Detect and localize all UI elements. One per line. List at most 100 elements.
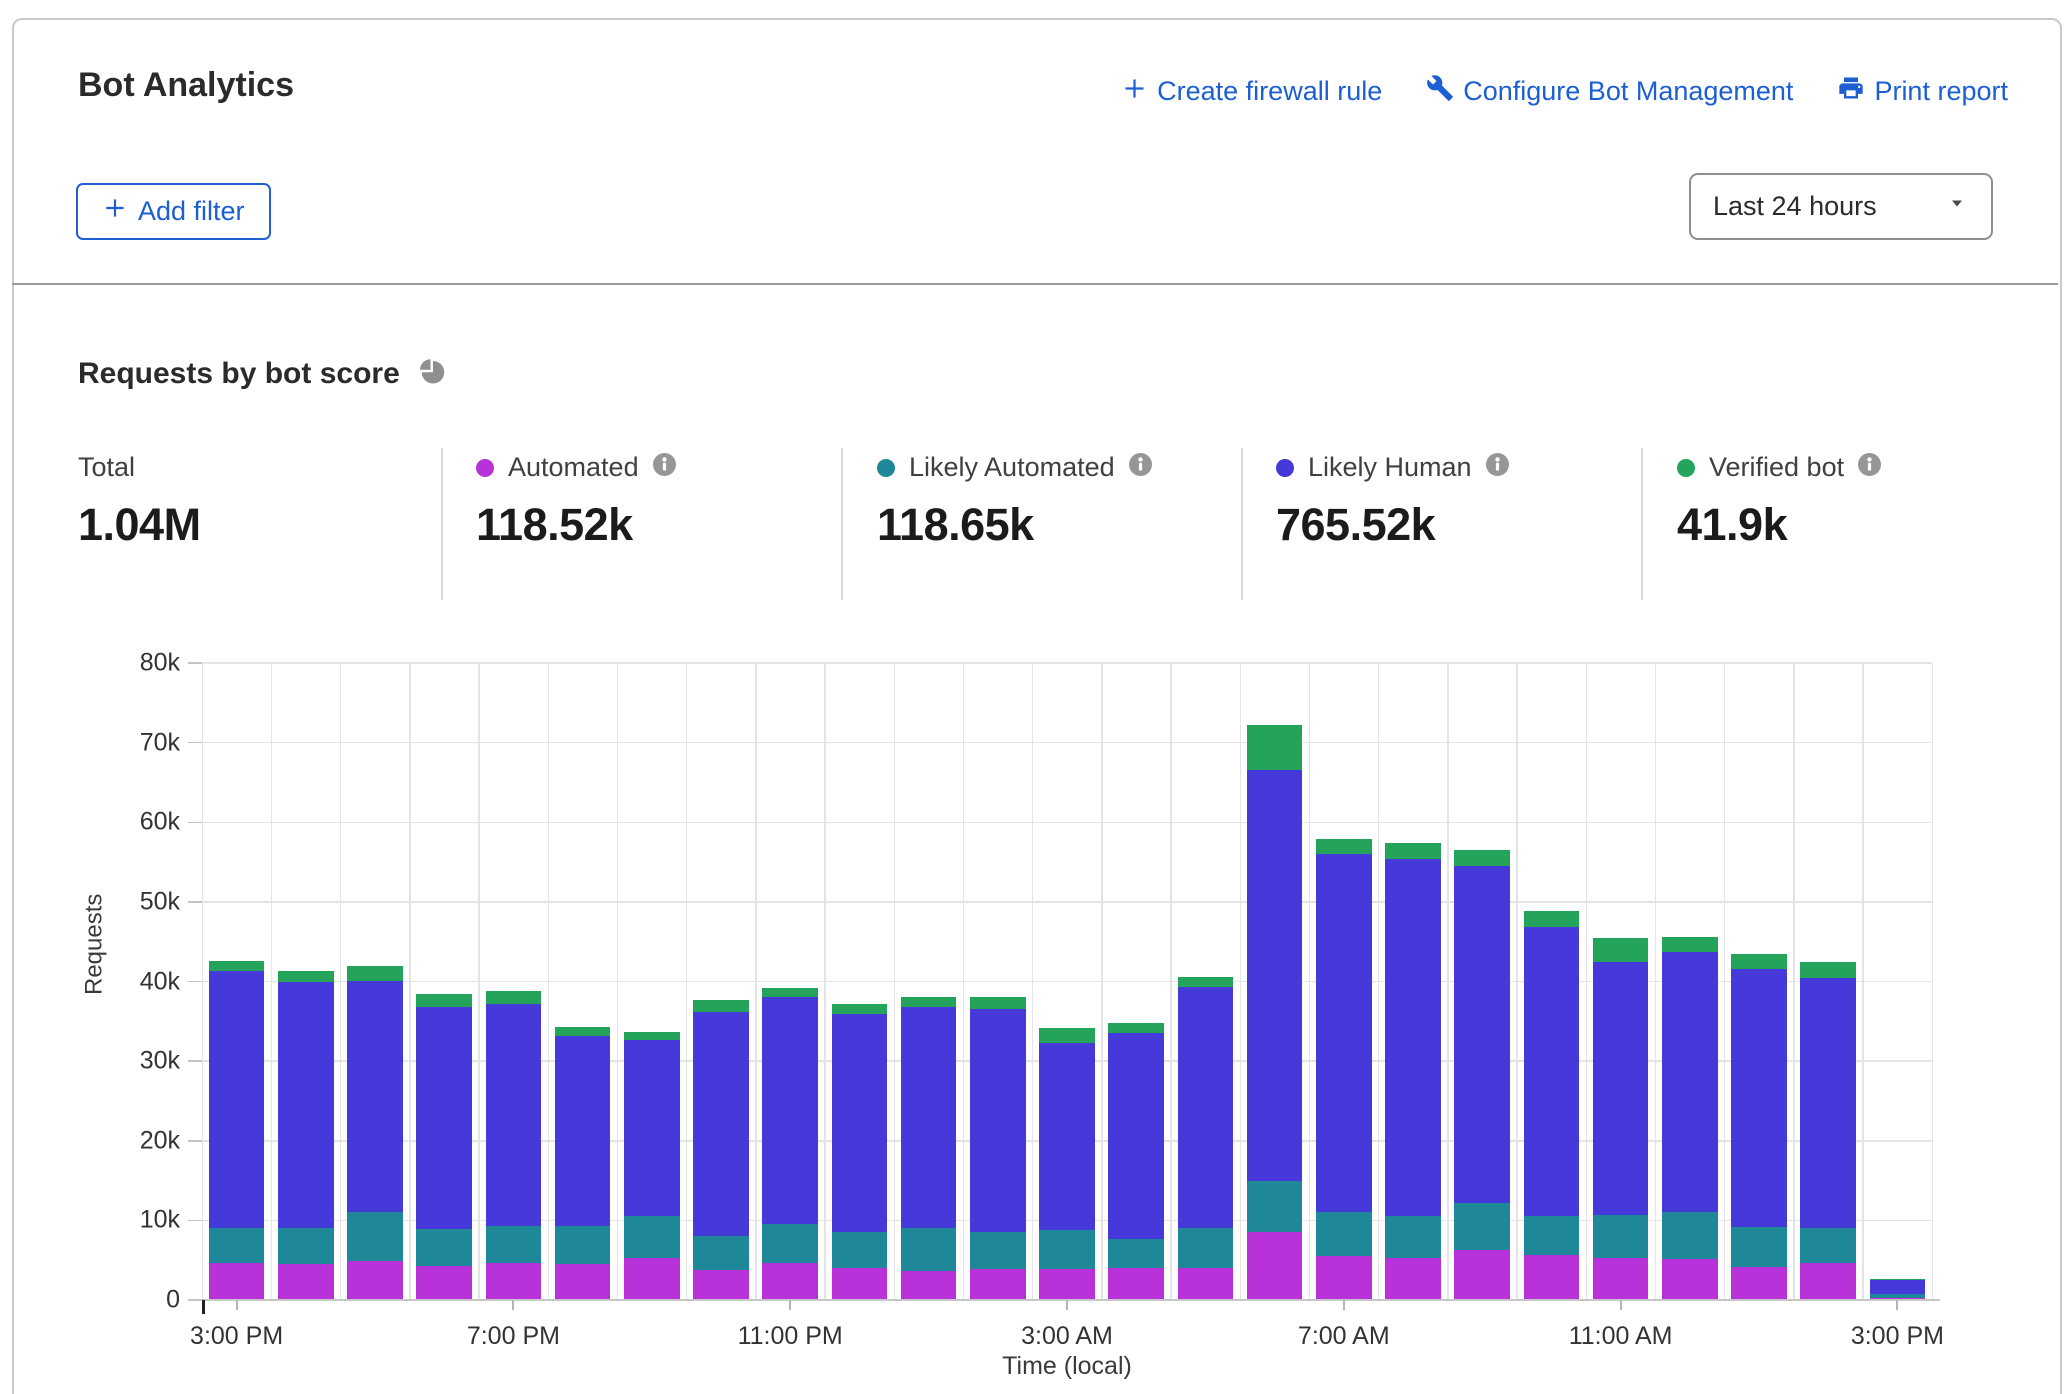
bar-segment-verified-bot[interactable]: [209, 961, 265, 971]
add-filter-button[interactable]: Add filter: [76, 183, 271, 240]
bar-segment-likely-human[interactable]: [1247, 770, 1303, 1180]
bar-segment-likely-human[interactable]: [832, 1014, 888, 1232]
bar-segment-verified-bot[interactable]: [1385, 843, 1441, 859]
bar-segment-likely-automated[interactable]: [1247, 1181, 1303, 1233]
bar-segment-likely-human[interactable]: [278, 982, 334, 1227]
bar-segment-verified-bot[interactable]: [555, 1027, 611, 1037]
bar-segment-automated[interactable]: [278, 1264, 334, 1300]
bar-segment-verified-bot[interactable]: [1108, 1023, 1164, 1033]
bar-segment-verified-bot[interactable]: [970, 997, 1026, 1008]
bar-segment-likely-automated[interactable]: [970, 1232, 1026, 1269]
bar-segment-likely-human[interactable]: [1385, 859, 1441, 1217]
bar-segment-likely-automated[interactable]: [1454, 1203, 1510, 1250]
bar-segment-likely-automated[interactable]: [1316, 1212, 1372, 1256]
bar-segment-likely-automated[interactable]: [1870, 1294, 1926, 1297]
configure-bot-management-link[interactable]: Configure Bot Management: [1426, 74, 1793, 109]
bar-segment-automated[interactable]: [1593, 1258, 1649, 1300]
bar-segment-likely-automated[interactable]: [693, 1236, 749, 1269]
bar-segment-likely-automated[interactable]: [416, 1229, 472, 1266]
bar-segment-likely-human[interactable]: [693, 1012, 749, 1237]
bar-segment-likely-human[interactable]: [1731, 969, 1787, 1227]
bar-segment-automated[interactable]: [1800, 1263, 1856, 1300]
bar-segment-likely-human[interactable]: [1870, 1280, 1926, 1294]
bar-segment-automated[interactable]: [486, 1263, 542, 1300]
bar-segment-automated[interactable]: [209, 1263, 265, 1300]
info-icon[interactable]: [1129, 452, 1152, 483]
bar-segment-likely-automated[interactable]: [347, 1212, 403, 1261]
bar-segment-likely-human[interactable]: [1454, 866, 1510, 1203]
bar-segment-verified-bot[interactable]: [1731, 954, 1787, 968]
bar-segment-automated[interactable]: [1247, 1232, 1303, 1300]
bar-segment-likely-human[interactable]: [1039, 1043, 1095, 1230]
bar-segment-verified-bot[interactable]: [347, 966, 403, 980]
bar-segment-likely-human[interactable]: [1108, 1033, 1164, 1238]
bar-segment-likely-human[interactable]: [1593, 962, 1649, 1215]
bar-segment-likely-human[interactable]: [347, 981, 403, 1213]
bar-segment-likely-automated[interactable]: [1593, 1215, 1649, 1258]
bar-segment-likely-automated[interactable]: [555, 1226, 611, 1264]
bar-segment-automated[interactable]: [555, 1264, 611, 1300]
bar-segment-verified-bot[interactable]: [1870, 1279, 1926, 1280]
bar-segment-automated[interactable]: [1385, 1258, 1441, 1300]
bar-segment-verified-bot[interactable]: [1524, 911, 1580, 927]
bar-segment-automated[interactable]: [1454, 1250, 1510, 1300]
bar-segment-likely-human[interactable]: [1178, 987, 1234, 1228]
bar-segment-automated[interactable]: [1870, 1298, 1926, 1300]
create-firewall-rule-link[interactable]: Create firewall rule: [1121, 75, 1382, 109]
bar-segment-automated[interactable]: [1316, 1256, 1372, 1300]
bar-segment-verified-bot[interactable]: [1039, 1028, 1095, 1042]
bar-segment-verified-bot[interactable]: [1662, 937, 1718, 952]
bar-segment-likely-automated[interactable]: [1108, 1239, 1164, 1268]
bar-segment-likely-automated[interactable]: [1385, 1216, 1441, 1257]
bar-segment-verified-bot[interactable]: [416, 994, 472, 1007]
bar-segment-likely-automated[interactable]: [1662, 1212, 1718, 1258]
bar-segment-automated[interactable]: [832, 1268, 888, 1300]
bar-segment-likely-human[interactable]: [1800, 978, 1856, 1229]
bar-segment-likely-automated[interactable]: [624, 1216, 680, 1258]
bar-segment-automated[interactable]: [970, 1269, 1026, 1300]
bar-segment-automated[interactable]: [693, 1270, 749, 1300]
info-icon[interactable]: [1486, 452, 1509, 483]
bar-segment-verified-bot[interactable]: [1593, 938, 1649, 962]
bar-segment-verified-bot[interactable]: [762, 988, 818, 997]
bar-segment-likely-automated[interactable]: [762, 1224, 818, 1262]
bar-segment-verified-bot[interactable]: [693, 1000, 749, 1012]
bar-segment-automated[interactable]: [1039, 1269, 1095, 1300]
bar-segment-likely-human[interactable]: [624, 1040, 680, 1216]
bar-segment-likely-automated[interactable]: [1178, 1228, 1234, 1268]
bar-segment-automated[interactable]: [1662, 1259, 1718, 1300]
bar-segment-likely-human[interactable]: [209, 971, 265, 1227]
bar-segment-likely-automated[interactable]: [1800, 1228, 1856, 1263]
bar-segment-likely-automated[interactable]: [278, 1228, 334, 1265]
bar-segment-likely-automated[interactable]: [1039, 1230, 1095, 1269]
bar-segment-likely-human[interactable]: [1662, 952, 1718, 1212]
bar-segment-automated[interactable]: [347, 1261, 403, 1300]
bar-segment-verified-bot[interactable]: [901, 997, 957, 1007]
info-icon[interactable]: [653, 452, 676, 483]
bar-segment-automated[interactable]: [1108, 1268, 1164, 1300]
bar-segment-verified-bot[interactable]: [624, 1032, 680, 1040]
print-report-link[interactable]: Print report: [1837, 74, 2008, 109]
bar-segment-likely-automated[interactable]: [209, 1228, 265, 1264]
bar-segment-automated[interactable]: [416, 1266, 472, 1300]
bar-segment-likely-automated[interactable]: [1731, 1227, 1787, 1267]
bar-segment-likely-human[interactable]: [555, 1036, 611, 1226]
bar-segment-likely-automated[interactable]: [1524, 1216, 1580, 1256]
bar-segment-likely-automated[interactable]: [832, 1232, 888, 1268]
info-icon[interactable]: [1858, 452, 1881, 483]
bar-segment-verified-bot[interactable]: [1800, 962, 1856, 977]
bar-segment-verified-bot[interactable]: [1178, 977, 1234, 987]
bar-segment-verified-bot[interactable]: [832, 1004, 888, 1014]
bar-segment-verified-bot[interactable]: [278, 971, 334, 982]
bar-segment-likely-automated[interactable]: [901, 1228, 957, 1272]
bar-segment-automated[interactable]: [1178, 1268, 1234, 1300]
bar-segment-verified-bot[interactable]: [1247, 725, 1303, 770]
bar-segment-likely-human[interactable]: [901, 1007, 957, 1228]
bar-segment-likely-human[interactable]: [1524, 927, 1580, 1216]
time-range-select[interactable]: Last 24 hours: [1689, 173, 1993, 240]
bar-segment-verified-bot[interactable]: [1316, 839, 1372, 854]
bar-segment-verified-bot[interactable]: [1454, 850, 1510, 866]
bar-segment-automated[interactable]: [624, 1258, 680, 1300]
bar-segment-likely-human[interactable]: [762, 997, 818, 1225]
bar-segment-automated[interactable]: [762, 1263, 818, 1300]
